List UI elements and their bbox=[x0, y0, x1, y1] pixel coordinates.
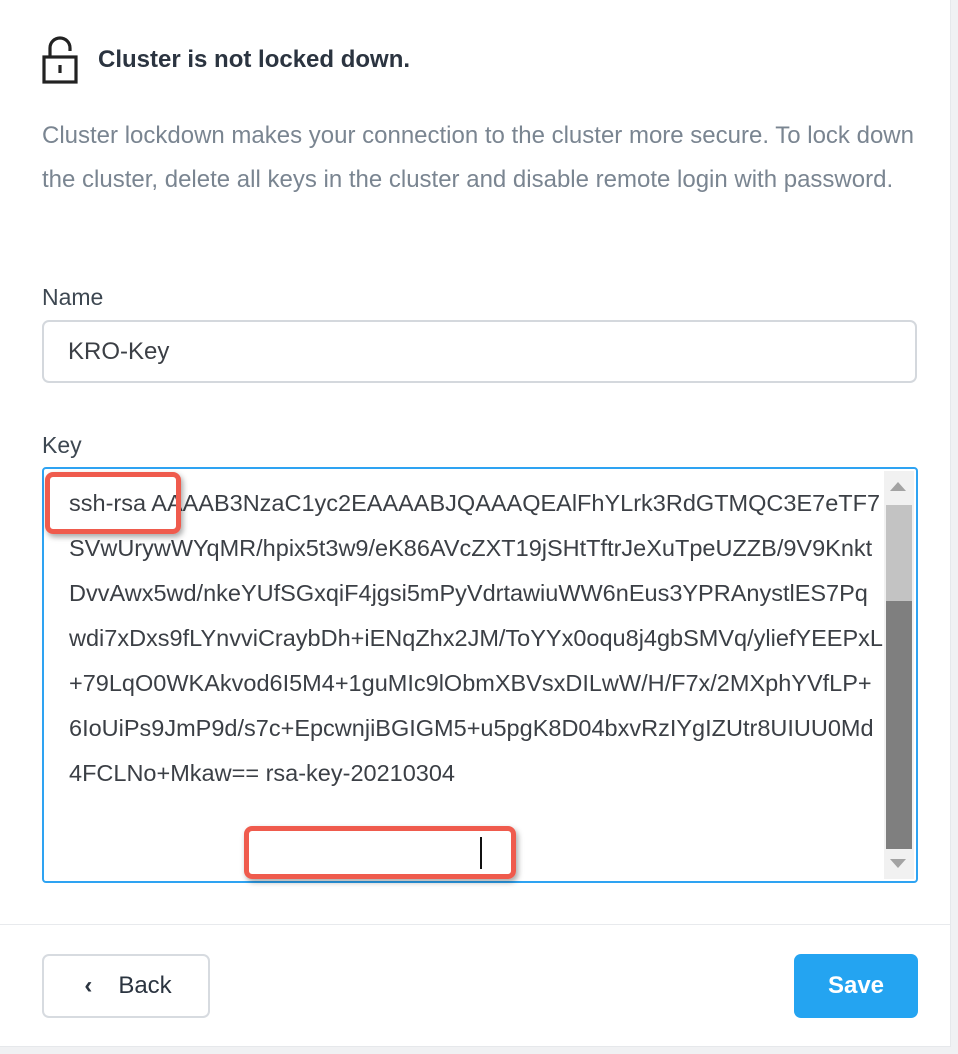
footer-divider bbox=[0, 924, 950, 925]
text-cursor bbox=[480, 837, 482, 869]
back-button[interactable]: ‹ Back bbox=[42, 954, 210, 1018]
lockdown-status-text: Cluster is not locked down. bbox=[98, 46, 411, 73]
scroll-down-arrow-icon[interactable] bbox=[890, 859, 906, 868]
key-label: Key bbox=[42, 432, 82, 458]
scrollbar-track-highlight bbox=[886, 505, 912, 601]
back-button-label: Back bbox=[118, 972, 172, 999]
ssh-rsa-highlight-box bbox=[45, 472, 181, 534]
scroll-up-arrow-icon[interactable] bbox=[890, 482, 906, 491]
ssh-key-panel: Cluster is not locked down. Cluster lock… bbox=[0, 0, 951, 1047]
lockdown-description: Cluster lockdown makes your connection t… bbox=[42, 122, 914, 193]
key-scrollbar[interactable] bbox=[884, 471, 914, 879]
lockdown-status: Cluster is not locked down. bbox=[42, 36, 410, 84]
name-label: Name bbox=[42, 284, 104, 310]
key-comment-highlight-box bbox=[244, 826, 516, 879]
save-button[interactable]: Save bbox=[794, 954, 918, 1018]
unlocked-padlock-icon bbox=[42, 36, 78, 84]
name-input[interactable] bbox=[42, 320, 917, 383]
chevron-left-icon: ‹ bbox=[84, 972, 93, 999]
scrollbar-thumb[interactable] bbox=[886, 601, 912, 849]
